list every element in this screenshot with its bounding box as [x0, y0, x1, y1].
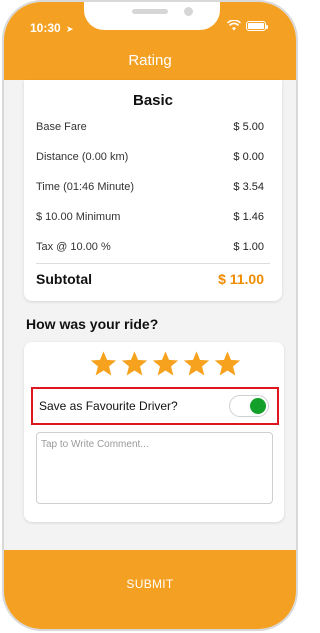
favourite-driver-row: Save as Favourite Driver?: [31, 387, 279, 425]
battery-icon: [246, 20, 268, 31]
fare-row-value: $ 1.46: [233, 211, 264, 223]
fare-row-time: Time (01:46 Minute) $ 3.54: [36, 180, 264, 194]
wifi-icon: [227, 20, 241, 31]
submit-button[interactable]: SUBMIT: [4, 550, 296, 629]
page-title: Rating: [128, 52, 172, 69]
fare-row-label: $ 10.00 Minimum: [36, 211, 121, 223]
subtotal-label: Subtotal: [36, 271, 92, 287]
fare-row-label: Tax @ 10.00 %: [36, 241, 111, 253]
fare-row-label: Base Fare: [36, 121, 87, 133]
fare-title: Basic: [132, 92, 174, 109]
rating-card: Save as Favourite Driver?: [24, 342, 284, 522]
fare-row-distance: Distance (0.00 km) $ 0.00: [36, 150, 264, 164]
star-icon[interactable]: [182, 350, 211, 378]
fare-row-minimum: $ 10.00 Minimum $ 1.46: [36, 210, 264, 224]
subtotal-row: Subtotal $ 11.00: [36, 270, 264, 288]
fare-row-value: $ 1.00: [233, 241, 264, 253]
fare-divider: [36, 263, 270, 264]
status-time: 10:30 ➤: [30, 21, 74, 35]
phone-frame: 10:30 ➤ Rating Basic Base Fare $ 5.00 Di…: [2, 0, 298, 631]
fare-row-base-fare: Base Fare $ 5.00: [36, 120, 264, 134]
front-camera: [184, 7, 193, 16]
fare-breakdown-card: Basic Base Fare $ 5.00 Distance (0.00 km…: [24, 80, 282, 301]
rating-question: How was your ride?: [26, 316, 159, 332]
fare-row-value: $ 0.00: [233, 151, 264, 163]
favourite-driver-toggle[interactable]: [229, 395, 269, 417]
fare-row-value: $ 3.54: [233, 181, 264, 193]
location-arrow-icon: ➤: [66, 24, 74, 34]
fare-row-value: $ 5.00: [233, 121, 264, 133]
status-icons: [227, 20, 268, 31]
device-notch: [84, 2, 220, 30]
fare-row-label: Time (01:46 Minute): [36, 181, 135, 193]
favourite-driver-label: Save as Favourite Driver?: [39, 399, 178, 413]
subtotal-value: $ 11.00: [218, 271, 264, 287]
star-icon[interactable]: [213, 350, 242, 378]
top-bar: 10:30 ➤ Rating: [4, 2, 296, 80]
star-rating[interactable]: [89, 350, 242, 378]
toggle-knob: [250, 398, 266, 414]
comment-input[interactable]: [36, 432, 273, 504]
fare-row-tax: Tax @ 10.00 % $ 1.00: [36, 240, 264, 254]
fare-row-label: Distance (0.00 km): [36, 151, 129, 163]
star-icon[interactable]: [89, 350, 118, 378]
status-time-text: 10:30: [30, 21, 61, 35]
star-icon[interactable]: [151, 350, 180, 378]
speaker: [132, 9, 168, 14]
star-icon[interactable]: [120, 350, 149, 378]
